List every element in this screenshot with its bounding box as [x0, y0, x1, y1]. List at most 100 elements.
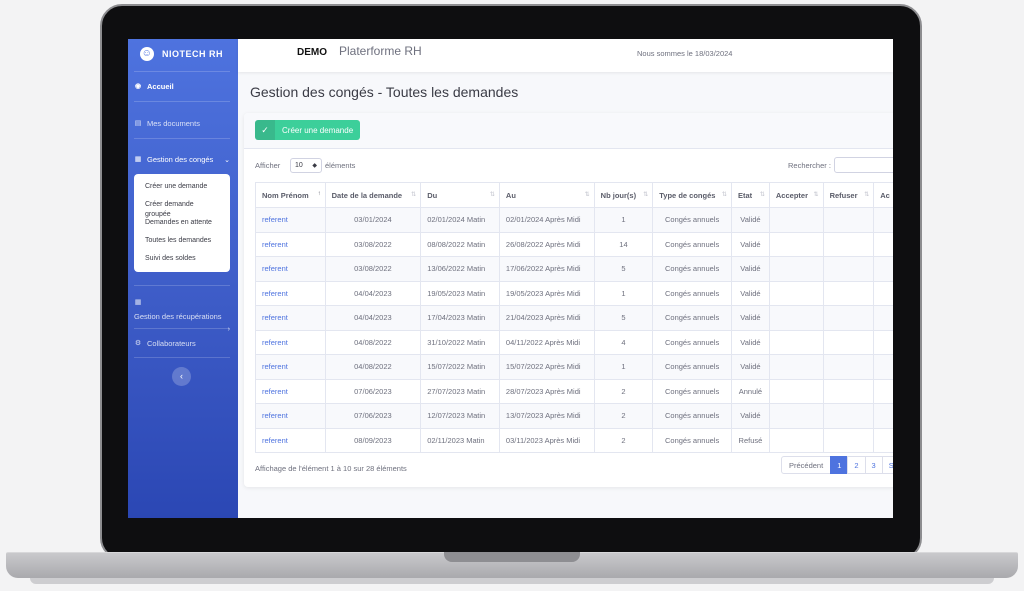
cell-nom[interactable]: referent [255, 305, 326, 331]
pagination-page-2[interactable]: 2 [847, 456, 866, 474]
submenu-item-all[interactable]: Toutes les demandes [134, 232, 230, 250]
cell-refuser[interactable] [822, 305, 875, 331]
column-header-actions[interactable]: Ac [873, 182, 893, 208]
column-header-au[interactable]: Au ⇅ [498, 182, 595, 208]
cell-refuser[interactable] [822, 256, 875, 282]
cell-accepter[interactable] [768, 231, 824, 257]
cell-type: Congés annuels [652, 305, 732, 331]
cell-actions[interactable] [873, 403, 893, 429]
brand[interactable]: ☺ NIOTECH RH [140, 47, 223, 61]
cell-etat: Validé [730, 256, 770, 282]
cell-nom[interactable]: referent [255, 354, 326, 380]
show-label: Afficher [255, 161, 281, 170]
cell-actions[interactable] [873, 256, 893, 282]
cell-nom[interactable]: referent [255, 403, 326, 429]
cell-type: Congés annuels [652, 280, 732, 306]
cell-nom[interactable]: referent [255, 329, 326, 355]
sidebar-item-collaborateurs[interactable]: ⚙ Collaborateurs [134, 339, 196, 348]
column-header-accepter[interactable]: Accepter ⇅ [768, 182, 824, 208]
page-length-select[interactable]: 10 ◆ [290, 158, 322, 173]
gear-icon: ⚙ [134, 339, 142, 347]
cell-actions[interactable] [873, 354, 893, 380]
sidebar-item-accueil[interactable]: ◉ Accueil [134, 82, 174, 91]
cell-accepter[interactable] [768, 403, 824, 429]
cell-nom[interactable]: referent [255, 231, 326, 257]
header-label: Date de la demande [331, 190, 403, 200]
submenu-item-create-group[interactable]: Créer demande groupée [134, 196, 230, 218]
cell-actions[interactable] [873, 231, 893, 257]
cell-du: 31/10/2022 Matin [420, 329, 500, 355]
cell-accepter[interactable] [768, 378, 824, 404]
cell-actions[interactable] [873, 305, 893, 331]
cell-refuser[interactable] [822, 280, 875, 306]
cell-au: 03/11/2023 Après Midi [498, 427, 595, 453]
pagination-page-1[interactable]: 1 [830, 456, 849, 474]
pagination-next[interactable]: S [881, 456, 893, 474]
calendar-icon: ▦ [134, 299, 142, 306]
cell-du: 15/07/2022 Matin [420, 354, 500, 380]
cell-du: 12/07/2023 Matin [420, 403, 500, 429]
cell-nom[interactable]: referent [255, 256, 326, 282]
sidebar-item-documents[interactable]: ▤ Mes documents [134, 119, 200, 128]
cell-type: Congés annuels [652, 231, 732, 257]
cell-actions[interactable] [873, 207, 893, 233]
cell-etat: Validé [730, 354, 770, 380]
cell-accepter[interactable] [768, 329, 824, 355]
chevron-down-icon: ⌄ [224, 156, 230, 164]
cell-accepter[interactable] [768, 280, 824, 306]
cell-accepter[interactable] [768, 256, 824, 282]
column-header-date[interactable]: Date de la demande ⇅ [324, 182, 422, 208]
search-label: Rechercher : [788, 161, 831, 170]
cell-refuser[interactable] [822, 354, 875, 380]
cell-type: Congés annuels [652, 378, 732, 404]
cell-nom[interactable]: referent [255, 280, 326, 306]
nav-divider [134, 101, 230, 102]
submenu-item-balances[interactable]: Suivi des soldes [134, 250, 230, 268]
cell-refuser[interactable] [822, 207, 875, 233]
submenu-item-create[interactable]: Créer une demande [134, 178, 230, 196]
column-header-etat[interactable]: Etat ⇅ [730, 182, 770, 208]
column-header-type[interactable]: Type de congés ⇅ [652, 182, 732, 208]
sidebar-item-conges[interactable]: ▦ Gestion des congés ⌄ [134, 155, 230, 164]
column-header-nom[interactable]: Nom Prénom ↑ [255, 182, 326, 208]
nav-divider [134, 285, 230, 286]
cell-accepter[interactable] [768, 305, 824, 331]
cell-actions[interactable] [873, 329, 893, 355]
cell-actions[interactable] [873, 378, 893, 404]
table-info: Affichage de l'élément 1 à 10 sur 28 élé… [255, 464, 407, 473]
cell-nom[interactable]: referent [255, 207, 326, 233]
cell-refuser[interactable] [822, 329, 875, 355]
sidebar-toggle-button[interactable]: ‹ [172, 367, 191, 386]
cell-nb-jours: 2 [593, 378, 654, 404]
cell-refuser[interactable] [822, 403, 875, 429]
cell-actions[interactable] [873, 427, 893, 453]
table-row: referent 04/08/2022 31/10/2022 Matin 04/11/… [255, 329, 893, 355]
cell-du: 27/07/2023 Matin [420, 378, 500, 404]
column-header-du[interactable]: Du ⇅ [420, 182, 500, 208]
cell-accepter[interactable] [768, 354, 824, 380]
table-row: referent 03/08/2022 08/08/2022 Matin 26/08/… [255, 231, 893, 257]
search-input[interactable] [834, 157, 893, 173]
column-header-nb-jours[interactable]: Nb jour(s) ⇅ [593, 182, 654, 208]
create-request-button[interactable]: ✓ Créer une demande [255, 120, 361, 140]
cell-refuser[interactable] [822, 231, 875, 257]
cell-etat: Validé [730, 305, 770, 331]
cell-type: Congés annuels [652, 403, 732, 429]
column-header-refuser[interactable]: Refuser ⇅ [822, 182, 875, 208]
cell-refuser[interactable] [822, 378, 875, 404]
sort-icon: ⇅ [643, 192, 649, 198]
pagination-previous[interactable]: Précédent [781, 456, 832, 474]
cell-accepter[interactable] [768, 207, 824, 233]
cell-refuser[interactable] [822, 427, 875, 453]
cell-au: 19/05/2023 Après Midi [498, 280, 595, 306]
header-label: Refuser [829, 190, 858, 200]
sidebar: ☺ NIOTECH RH ◉ Accueil ▤ Mes documents ▦… [128, 39, 238, 518]
pagination-page-3[interactable]: 3 [864, 456, 883, 474]
sort-icon: ⇅ [721, 192, 727, 198]
cell-nom[interactable]: referent [255, 378, 326, 404]
cell-actions[interactable] [873, 280, 893, 306]
sort-icon: ⇅ [759, 192, 765, 198]
cell-au: 13/07/2023 Après Midi [498, 403, 595, 429]
cell-accepter[interactable] [768, 427, 824, 453]
cell-nom[interactable]: referent [255, 427, 326, 453]
